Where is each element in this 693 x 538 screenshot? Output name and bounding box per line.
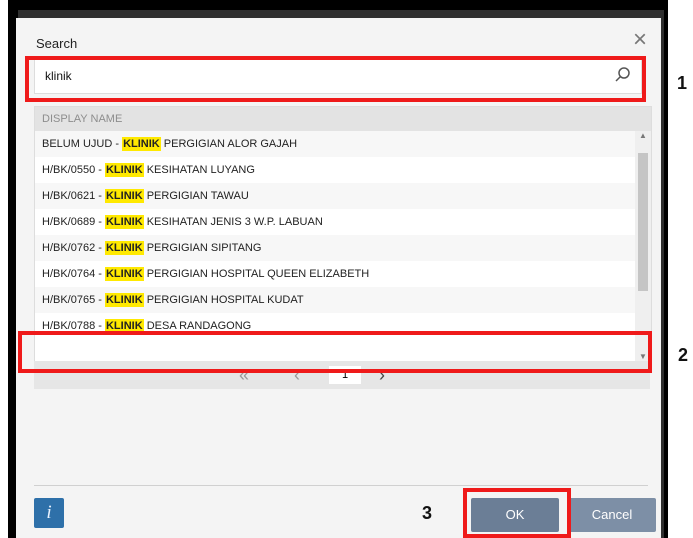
- row-suffix: KESIHATAN JENIS 3 W.P. LABUAN: [143, 216, 323, 228]
- table-row[interactable]: H/BK/0621 - KLINIK PERGIGIAN TAWAU: [35, 183, 651, 209]
- callout-number-1: 1: [677, 73, 688, 93]
- row-prefix: H/BK/0621 -: [42, 190, 105, 202]
- highlight-text: KLINIK: [104, 241, 144, 255]
- display-name-header: DISPLAY NAME: [35, 107, 651, 131]
- row-prefix: H/BK/0689 -: [42, 216, 105, 228]
- row-prefix: H/BK/0764 -: [42, 268, 105, 280]
- row-prefix: H/BK/0762 -: [42, 242, 105, 254]
- row-prefix: BELUM UJUD -: [42, 138, 123, 150]
- row-suffix: PERGIGIAN TAWAU: [143, 190, 249, 202]
- row-suffix: PERGIGIAN HOSPITAL QUEEN ELIZABETH: [143, 268, 370, 280]
- row-prefix: H/BK/0550 -: [42, 164, 105, 176]
- info-icon[interactable]: i: [34, 498, 64, 528]
- highlight-text: KLINIK: [104, 163, 144, 177]
- table-row[interactable]: H/BK/0689 - KLINIK KESIHATAN JENIS 3 W.P…: [35, 209, 651, 235]
- close-icon[interactable]: ×: [633, 28, 647, 52]
- row-suffix: PERGIGIAN HOSPITAL KUDAT: [143, 294, 304, 306]
- callout-number-3: 3: [422, 503, 433, 523]
- ok-callout-box: [463, 488, 571, 538]
- dialog-title: Search: [36, 36, 78, 51]
- row-suffix: KESIHATAN LUYANG: [143, 164, 255, 176]
- scroll-thumb[interactable]: [638, 153, 648, 291]
- table-row[interactable]: BELUM UJUD - KLINIK PERGIGIAN ALOR GAJAH: [35, 131, 651, 157]
- table-row[interactable]: H/BK/0765 - KLINIK PERGIGIAN HOSPITAL KU…: [35, 287, 651, 313]
- highlight-text: KLINIK: [104, 189, 144, 203]
- row-suffix: PERGIGIAN ALOR GAJAH: [160, 138, 298, 150]
- cancel-button[interactable]: Cancel: [568, 498, 656, 532]
- list-scrollbar[interactable]: ▲ ▼: [635, 131, 651, 361]
- table-row[interactable]: H/BK/0764 - KLINIK PERGIGIAN HOSPITAL QU…: [35, 261, 651, 287]
- search-callout-box: [25, 56, 646, 102]
- row-callout-box: [18, 331, 652, 373]
- divider: [34, 485, 648, 486]
- scroll-up-icon[interactable]: ▲: [639, 131, 647, 140]
- highlight-text: KLINIK: [104, 293, 144, 307]
- row-suffix: PERGIGIAN SIPITANG: [143, 242, 262, 254]
- callout-number-2: 2: [678, 345, 689, 365]
- row-prefix: H/BK/0765 -: [42, 294, 105, 306]
- rows-container: BELUM UJUD - KLINIK PERGIGIAN ALOR GAJAH…: [35, 131, 651, 339]
- table-row[interactable]: H/BK/0550 - KLINIK KESIHATAN LUYANG: [35, 157, 651, 183]
- highlight-text: KLINIK: [104, 267, 144, 281]
- highlight-text: KLINIK: [122, 137, 161, 151]
- results-list: DISPLAY NAME BELUM UJUD - KLINIK PERGIGI…: [34, 106, 652, 362]
- table-row[interactable]: H/BK/0762 - KLINIK PERGIGIAN SIPITANG: [35, 235, 651, 261]
- highlight-text: KLINIK: [104, 215, 144, 229]
